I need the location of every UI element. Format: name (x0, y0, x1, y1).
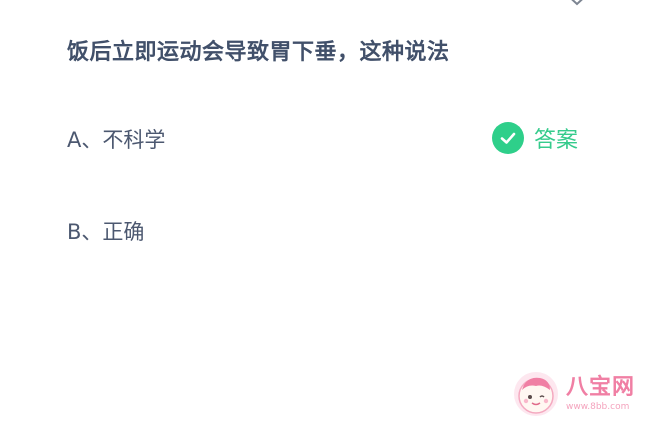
close-icon (571, 0, 583, 6)
option-a[interactable]: A、不科学 (67, 124, 165, 154)
option-b[interactable]: B、正确 (67, 216, 144, 246)
watermark-url: www.8bb.com (566, 401, 630, 412)
mascot-logo-icon (514, 372, 558, 416)
watermark-name: 八宝网 (566, 374, 636, 400)
close-button[interactable] (560, 0, 594, 12)
question-title: 饭后立即运动会导致胃下垂，这种说法 (67, 40, 450, 65)
watermark: 八宝网 www.8bb.com (512, 370, 635, 418)
answer-label: 答案 (534, 128, 579, 153)
answer-indicator: 答案 (492, 122, 578, 154)
check-circle-icon (492, 122, 524, 154)
